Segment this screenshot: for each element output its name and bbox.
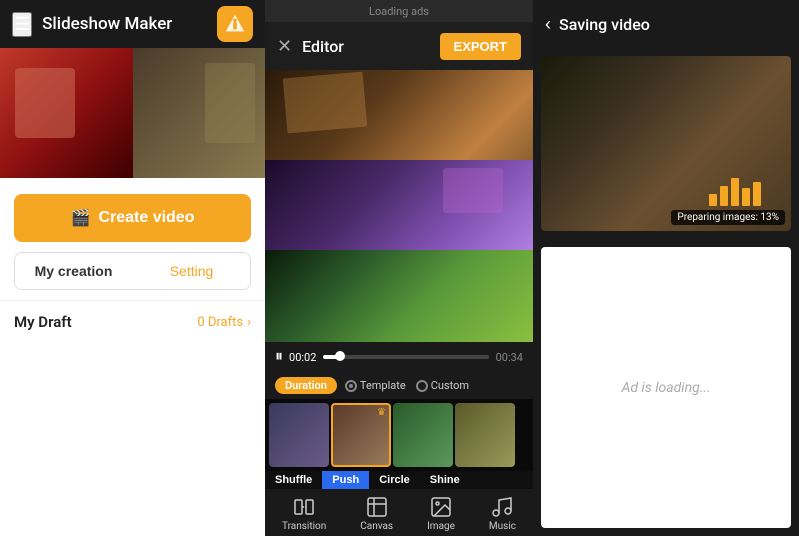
custom-radio[interactable] [416, 380, 428, 392]
video-segment-1 [265, 70, 533, 160]
thumbnail-1[interactable] [269, 403, 329, 467]
transition-push[interactable]: Push [322, 471, 369, 489]
menu-button[interactable]: ☰ [12, 12, 32, 37]
editor-title: Editor [302, 37, 429, 56]
thumbnail-2[interactable]: ♛ [331, 403, 391, 467]
radio-group: Template Custom [345, 379, 469, 392]
app-title: Slideshow Maker [42, 14, 207, 34]
left-panel: ☰ Slideshow Maker 🎬 Create video My crea… [0, 0, 265, 536]
back-button[interactable]: ‹ [545, 14, 551, 35]
editor-header: ✕ Editor EXPORT [265, 22, 533, 70]
export-button[interactable]: EXPORT [440, 33, 521, 60]
video-segment-3 [265, 250, 533, 342]
play-controls: ⏸ 00:02 00:34 [265, 342, 533, 372]
video-collage [265, 70, 533, 342]
crown-icon: ♛ [377, 407, 386, 418]
template-radio[interactable] [345, 380, 357, 392]
thumbnails-row: ♛ [265, 399, 533, 471]
progress-thumb [335, 351, 345, 361]
draft-row: My Draft 0 Drafts › [0, 300, 265, 343]
total-time: 00:34 [495, 351, 523, 364]
create-video-button[interactable]: 🎬 Create video [14, 194, 251, 242]
saving-video-thumb: Preparing images: 13% [541, 56, 791, 231]
saving-title: Saving video [559, 15, 650, 34]
ad-loading-text: Ad is loading... [622, 380, 711, 396]
bar-2 [720, 186, 728, 206]
draft-count[interactable]: 0 Drafts › [197, 315, 251, 330]
image-icon [429, 495, 453, 519]
chevron-right-icon: › [247, 315, 251, 330]
tool-music[interactable]: Music [489, 495, 516, 532]
current-time: 00:02 [289, 351, 317, 364]
transition-tabs: Shuffle Push Circle Shine [265, 471, 533, 489]
duration-row: Duration Template Custom [265, 372, 533, 399]
duration-badge: Duration [275, 377, 337, 394]
saving-header: ‹ Saving video [533, 0, 799, 48]
app-logo [217, 6, 253, 42]
bar-5 [753, 182, 761, 206]
canvas-label: Canvas [360, 521, 393, 532]
template-option[interactable]: Template [345, 379, 406, 392]
tool-canvas[interactable]: Canvas [360, 495, 393, 532]
bar-3 [731, 178, 739, 206]
video-preview [265, 70, 533, 342]
video-segment-2 [265, 160, 533, 250]
logo-icon [224, 13, 246, 35]
music-label: Music [489, 521, 516, 532]
pause-button[interactable]: ⏸ [275, 348, 283, 366]
transition-circle[interactable]: Circle [369, 471, 420, 489]
transition-shuffle[interactable]: Shuffle [265, 471, 322, 489]
transition-label: Transition [282, 521, 326, 532]
tab-my-creation[interactable]: My creation [15, 253, 132, 289]
banner-area [0, 48, 265, 178]
image-label: Image [427, 521, 455, 532]
bar-1 [709, 194, 717, 206]
creation-tabs: My creation Setting [14, 252, 251, 290]
app-header: ☰ Slideshow Maker [0, 0, 265, 48]
progress-track[interactable] [323, 355, 489, 359]
canvas-icon [365, 495, 389, 519]
transition-icon [292, 495, 316, 519]
banner-image-1 [0, 48, 133, 178]
chart-icon [709, 178, 761, 206]
custom-option[interactable]: Custom [416, 379, 469, 392]
preparing-badge: Preparing images: 13% [671, 210, 785, 225]
thumbnail-3[interactable] [393, 403, 453, 467]
ad-loading-box: Ad is loading... [541, 247, 791, 528]
transition-shine[interactable]: Shine [420, 471, 470, 489]
clapperboard-icon: 🎬 [71, 208, 91, 228]
bottom-tools: Transition Canvas Image Music [265, 489, 533, 536]
banner-image-2 [133, 48, 266, 178]
bar-4 [742, 188, 750, 206]
loading-ads-bar: Loading ads [265, 0, 533, 22]
thumbnail-4[interactable] [455, 403, 515, 467]
music-icon [490, 495, 514, 519]
tab-setting[interactable]: Setting [133, 253, 250, 289]
editor-panel: Loading ads ✕ Editor EXPORT ⏸ 00:02 00:3… [265, 0, 533, 536]
draft-label: My Draft [14, 313, 72, 331]
video-thumbnail-content: Preparing images: 13% [541, 56, 791, 231]
right-panel: ‹ Saving video Preparing images: 13% Ad … [533, 0, 799, 536]
tool-transition[interactable]: Transition [282, 495, 326, 532]
tool-image[interactable]: Image [427, 495, 455, 532]
action-area: 🎬 Create video My creation Setting [0, 178, 265, 300]
close-editor-button[interactable]: ✕ [277, 36, 292, 57]
